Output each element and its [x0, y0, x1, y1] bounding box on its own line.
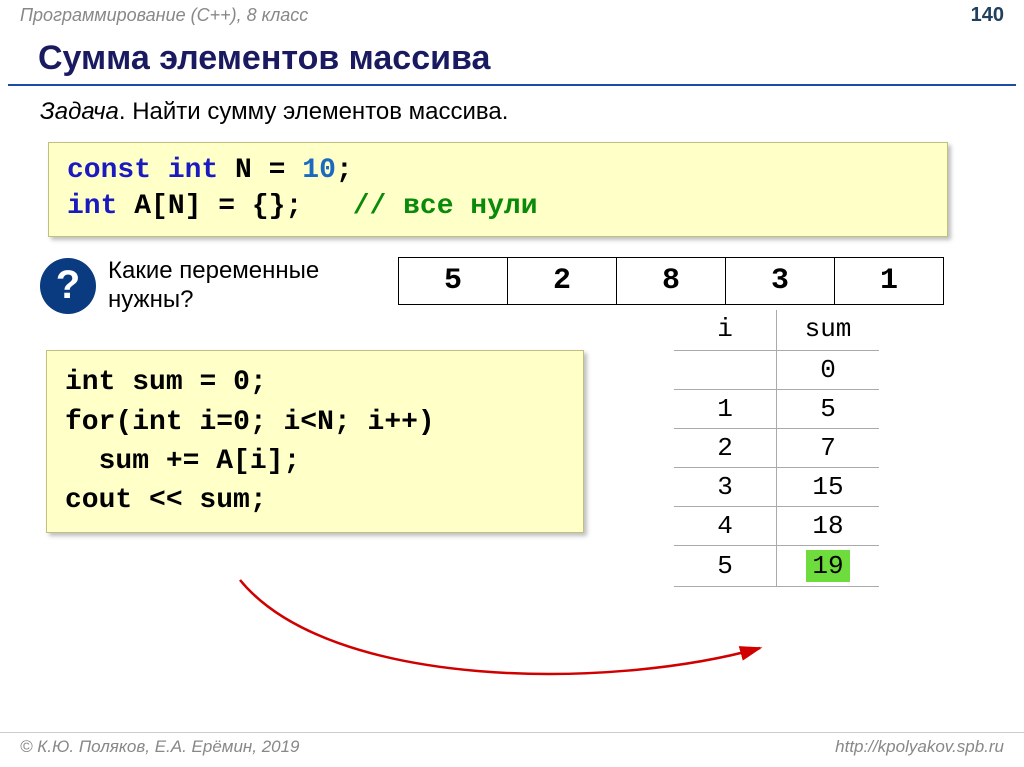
literal-10: 10 — [302, 155, 336, 186]
sum-assign: sum = — [132, 367, 233, 398]
code-block-declaration: const int N = 10; int A[N] = {}; // все … — [48, 142, 948, 237]
array-values: 5 2 8 3 1 — [398, 257, 944, 305]
cell-i: 5 — [674, 546, 777, 587]
cell-i — [674, 351, 777, 390]
array-cell: 8 — [617, 258, 726, 304]
array-cell: 1 — [835, 258, 943, 304]
kw-int: int — [67, 191, 117, 222]
question-bubble: ? Какие переменные нужны? — [40, 257, 368, 315]
question-mark-icon: ? — [40, 258, 96, 314]
table-row: 315 — [674, 468, 879, 507]
semicolon-1: ; — [336, 155, 353, 186]
slide-footer: © К.Ю. Поляков, Е.А. Ерёмин, 2019 http:/… — [0, 732, 1024, 761]
cell-sum: 7 — [777, 429, 880, 468]
task-line: Задача. Найти сумму элементов массива. — [0, 96, 1024, 136]
kw-int-3: int — [132, 407, 182, 438]
semi-2: ; — [250, 367, 267, 398]
url: http://kpolyakov.spb.ru — [835, 737, 1004, 757]
cell-i: 3 — [674, 468, 777, 507]
kw-int-2: int — [65, 367, 115, 398]
cell-i: 2 — [674, 429, 777, 468]
cell-i: 4 — [674, 507, 777, 546]
array-cell: 2 — [508, 258, 617, 304]
table-row: 418 — [674, 507, 879, 546]
literal-0a: 0 — [233, 367, 250, 398]
task-label: Задача — [40, 98, 119, 125]
question-text: Какие переменные нужны? — [108, 257, 368, 315]
slide-header: Программирование (C++), 8 класс 140 — [0, 0, 1024, 29]
page-number: 140 — [971, 4, 1004, 27]
array-decl: A[N] = {}; — [134, 191, 302, 222]
cell-i: 1 — [674, 390, 777, 429]
array-cell: 3 — [726, 258, 835, 304]
cell-sum: 18 — [777, 507, 880, 546]
course-label: Программирование (C++), 8 класс — [20, 5, 308, 26]
comment-all-zeros: // все нули — [353, 191, 538, 222]
cell-sum-final: 19 — [777, 546, 880, 587]
equals: = — [269, 155, 286, 186]
ident-N: N — [235, 155, 252, 186]
paren-open: ( — [115, 407, 132, 438]
cell-sum: 15 — [777, 468, 880, 507]
for-rest: ; i<N; i++) — [250, 407, 435, 438]
table-row: 15 — [674, 390, 879, 429]
i-eq: i= — [183, 407, 233, 438]
kw-const-int: const int — [67, 155, 218, 186]
slide-title: Сумма элементов массива — [8, 29, 1016, 86]
cout-line: cout << sum; — [65, 485, 267, 516]
table-row: 5 19 — [674, 546, 879, 587]
literal-0b: 0 — [233, 407, 250, 438]
trace-table: i sum 0 15 27 315 418 519 — [674, 310, 879, 587]
sum-plus-eq: sum += A[i]; — [99, 446, 301, 477]
cell-sum: 5 — [777, 390, 880, 429]
table-row: 0 — [674, 351, 879, 390]
th-i: i — [674, 310, 777, 351]
th-sum: sum — [777, 310, 880, 351]
task-text: . Найти сумму элементов массива. — [119, 98, 509, 125]
final-sum-highlight: 19 — [806, 550, 849, 582]
table-row: 27 — [674, 429, 879, 468]
code-block-sum: int sum = 0; for(int i=0; i<N; i++) sum … — [46, 350, 584, 533]
array-cell: 5 — [399, 258, 508, 304]
copyright: © К.Ю. Поляков, Е.А. Ерёмин, 2019 — [20, 737, 300, 757]
cell-sum: 0 — [777, 351, 880, 390]
kw-for: for — [65, 407, 115, 438]
